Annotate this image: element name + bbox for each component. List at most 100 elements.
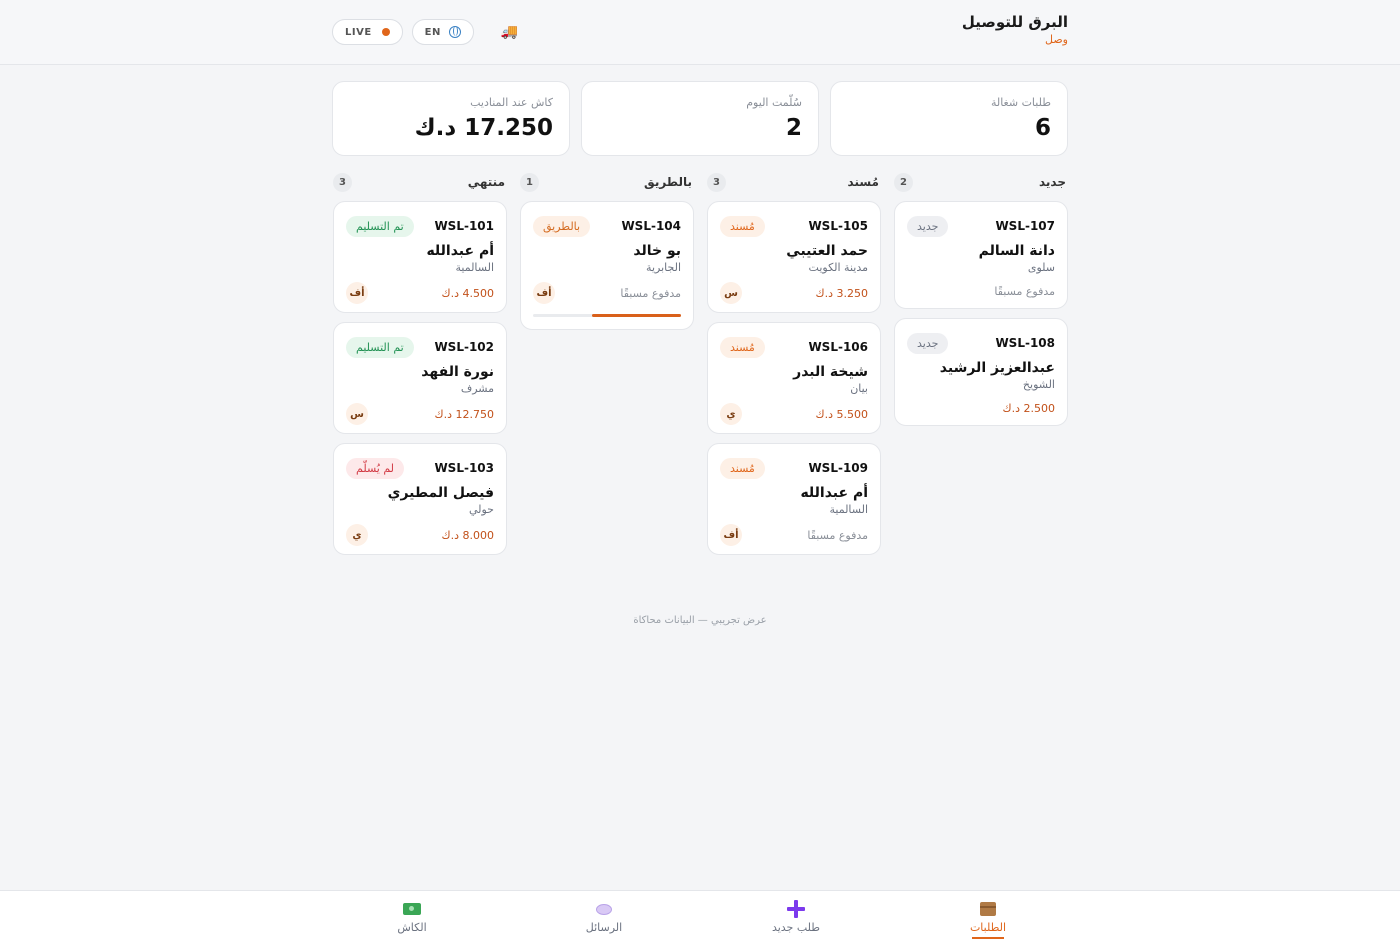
stat-value: 6 (1034, 115, 1051, 141)
order-card[interactable]: WSL-103 لم يُسلّم فيصل المطيري حولي 8.00… (333, 443, 507, 555)
chat-icon (596, 903, 612, 915)
customer-name: حمد العتيبي (786, 243, 868, 259)
brand-title: البرق للتوصيل (961, 13, 1068, 31)
order-id: WSL-101 (434, 219, 494, 233)
order-card[interactable]: WSL-104 بالطريق بو خالد الجابرية مدفوع م… (520, 201, 694, 330)
column-title: جديد (1038, 175, 1066, 189)
order-card[interactable]: WSL-108 جديد عبدالعزيز الرشيد الشويخ 2.5… (894, 318, 1068, 426)
order-amount: 3.250 د.ك (815, 286, 868, 300)
customer-area: السالمية (455, 261, 495, 274)
customer-area: مدينة الكويت (808, 261, 868, 274)
payment-status: مدفوع مسبقًا (620, 286, 681, 300)
customer-name: شيخة البدر (793, 364, 868, 380)
customer-name: أم عبدالله (800, 485, 868, 501)
nav-orders[interactable]: الطلبات (948, 899, 1028, 939)
customer-name: عبدالعزيز الرشيد (939, 360, 1055, 376)
column-on-the-way: بالطريق 1 WSL-104 بالطريق بو خالد الجابر… (520, 172, 694, 564)
customer-area: الشويخ (1022, 378, 1055, 391)
order-card[interactable]: WSL-107 جديد دانة السالم سلوى مدفوع مسبق… (894, 201, 1068, 309)
cash-icon (403, 903, 421, 915)
demo-footnote: عرض تجريبي — البيانات محاكاة (633, 615, 767, 626)
live-indicator-button[interactable]: LIVE (332, 19, 403, 45)
column-title: مُسند (847, 175, 879, 189)
customer-area: سلوى (1027, 261, 1055, 274)
brand: البرق للتوصيل وصل (962, 13, 1068, 46)
status-badge: جديد (907, 332, 949, 354)
stat-card-delivered-today: سُلّمت اليوم 2 (581, 81, 819, 156)
language-label: EN (424, 26, 441, 38)
order-card[interactable]: WSL-101 تم التسليم أم عبدالله السالمية 4… (333, 201, 507, 313)
kanban-board: جديد 2 WSL-107 جديد دانة السالم سلوى مدف… (332, 172, 1068, 564)
order-card[interactable]: WSL-105 مُسند حمد العتيبي مدينة الكويت 3… (707, 201, 881, 313)
column-count-badge: 1 (520, 172, 539, 192)
column-assigned: مُسند 3 WSL-105 مُسند حمد العتيبي مدينة … (707, 172, 881, 564)
live-label: LIVE (345, 26, 372, 38)
driver-avatar: أف (346, 282, 368, 304)
delivery-progress-fill (592, 314, 681, 317)
status-badge: تم التسليم (346, 215, 414, 237)
nav-messages[interactable]: الرسائل (564, 899, 644, 934)
order-id: WSL-106 (808, 340, 868, 354)
column-done: منتهي 3 WSL-101 تم التسليم أم عبدالله ال… (333, 172, 507, 564)
customer-area: حولي (468, 503, 494, 516)
order-card[interactable]: WSL-102 تم التسليم نورة الفهد مشرف 12.75… (333, 322, 507, 434)
header-controls: LIVE EN 🚚 (332, 19, 518, 45)
order-amount: 5.500 د.ك (815, 407, 868, 421)
stat-value: 2 (785, 115, 802, 141)
nav-new-order[interactable]: طلب جديد (756, 899, 836, 934)
payment-status: مدفوع مسبقًا (994, 284, 1055, 298)
status-badge: مُسند (720, 336, 765, 358)
driver-avatar: ي (346, 524, 368, 546)
stat-label: سُلّمت اليوم (746, 96, 802, 109)
nav-label: الرسائل (585, 921, 623, 934)
package-icon (980, 902, 996, 916)
order-amount: 8.000 د.ك (441, 528, 494, 542)
order-id: WSL-107 (995, 219, 1055, 233)
column-title: منتهي (467, 175, 505, 189)
order-card[interactable]: WSL-109 مُسند أم عبدالله السالمية مدفوع … (707, 443, 881, 555)
driver-avatar: ي (720, 403, 742, 425)
order-id: WSL-102 (434, 340, 494, 354)
customer-name: نورة الفهد (421, 364, 494, 380)
customer-name: بو خالد (633, 243, 681, 259)
order-amount: 12.750 د.ك (434, 407, 494, 421)
globe-icon (448, 26, 461, 38)
driver-avatar: أف (533, 282, 555, 304)
nav-label: طلب جديد (771, 921, 821, 934)
status-badge: لم يُسلّم (346, 457, 405, 479)
language-toggle-button[interactable]: EN (411, 19, 474, 45)
column-title: بالطريق (644, 175, 692, 189)
customer-name: أم عبدالله (426, 243, 494, 259)
column-header: مُسند 3 (707, 172, 881, 192)
status-badge: بالطريق (533, 215, 591, 237)
order-id: WSL-103 (434, 461, 494, 475)
stat-label: طلبات شغالة (990, 96, 1051, 109)
order-amount: 2.500 د.ك (1002, 401, 1055, 415)
customer-area: السالمية (829, 503, 869, 516)
customer-name: فيصل المطيري (387, 485, 494, 501)
driver-avatar: س (346, 403, 368, 425)
driver-avatar: أف (720, 524, 742, 546)
payment-status: مدفوع مسبقًا (807, 528, 868, 542)
order-card[interactable]: WSL-106 مُسند شيخة البدر بيان 5.500 د.ك … (707, 322, 881, 434)
nav-label: الطلبات (969, 921, 1007, 934)
nav-cash[interactable]: الكاش (372, 899, 452, 934)
stat-card-driver-cash: كاش عند المناديب 17.250 د.ك (332, 81, 570, 156)
delivery-progress-bar (533, 314, 681, 317)
order-amount: 4.500 د.ك (441, 286, 494, 300)
top-header: البرق للتوصيل وصل LIVE EN 🚚 (0, 0, 1400, 65)
order-id: WSL-109 (808, 461, 868, 475)
driver-avatar: س (720, 282, 742, 304)
order-id: WSL-104 (621, 219, 681, 233)
column-count-badge: 3 (333, 172, 352, 192)
stat-label: كاش عند المناديب (470, 96, 553, 109)
stat-card-active-orders: طلبات شغالة 6 (830, 81, 1068, 156)
column-header: بالطريق 1 (520, 172, 694, 192)
brand-subtitle: وصل (1045, 33, 1068, 46)
customer-area: بيان (850, 382, 868, 395)
order-id: WSL-108 (995, 336, 1055, 350)
nav-label: الكاش (397, 921, 427, 934)
active-indicator (972, 937, 1004, 939)
status-badge: جديد (907, 215, 949, 237)
plus-icon (787, 900, 805, 918)
